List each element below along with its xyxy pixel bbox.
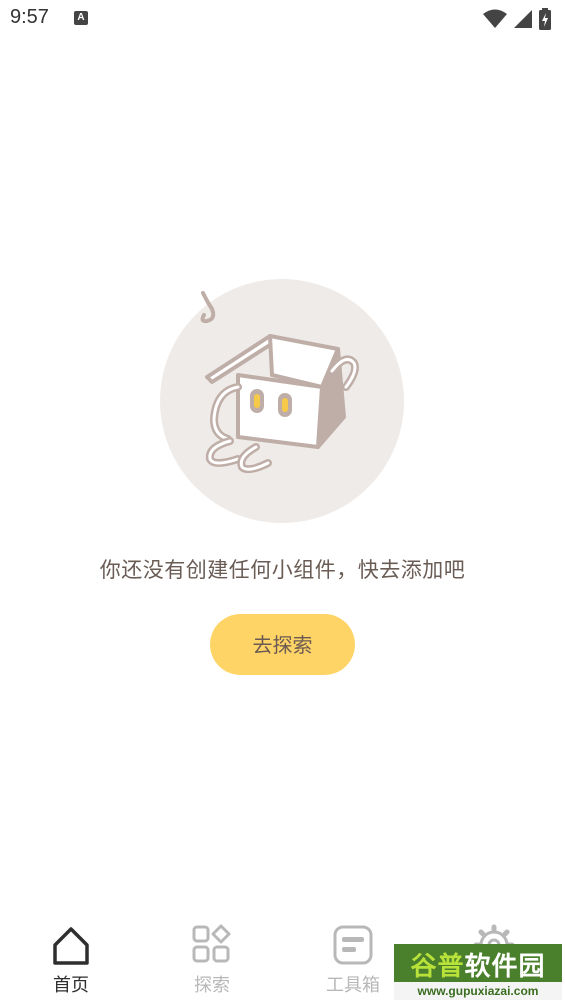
watermark-title-part1: 谷普 [410, 952, 465, 982]
battery-charging-icon [539, 8, 551, 30]
explore-button[interactable]: 去探索 [210, 614, 355, 675]
grid-apps-icon [192, 924, 231, 963]
confused-box-character-icon [160, 279, 404, 523]
cell-signal-icon [514, 10, 532, 28]
status-time: 9:57 [10, 6, 49, 28]
wifi-icon [483, 9, 507, 28]
toolbox-icon [333, 925, 373, 965]
app-screen: 9:57 A 你还没有创建任何小组件，快去添加吧 去探索 首页 探索 工具箱 谷… [0, 0, 565, 1004]
nav-item-home[interactable]: 首页 [21, 923, 121, 1003]
watermark-url: www.gupuxiazai.com [394, 982, 562, 1000]
nav-item-explore[interactable]: 探索 [162, 923, 262, 1003]
nav-label-explore: 探索 [194, 975, 230, 996]
watermark-title-part2: 软件园 [464, 952, 546, 982]
status-bar: 9:57 A [0, 0, 565, 38]
nav-label-home: 首页 [53, 975, 89, 996]
status-icons [483, 8, 551, 30]
nav-label-toolbox: 工具箱 [326, 975, 380, 996]
watermark-title: 谷普软件园 [394, 946, 562, 983]
nav-item-toolbox[interactable]: 工具箱 [303, 923, 403, 1003]
watermark-logo: 谷普软件园 www.gupuxiazai.com [394, 944, 562, 1000]
a-letter-icon: A [74, 11, 88, 25]
home-icon [53, 927, 89, 965]
empty-state-message: 你还没有创建任何小组件，快去添加吧 [99, 558, 466, 582]
